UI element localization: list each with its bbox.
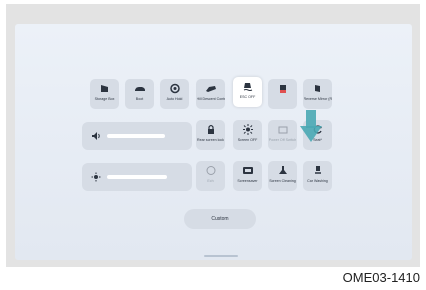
tile-storage-box[interactable]: Storage Box xyxy=(90,79,119,109)
tile-reverse-mirror[interactable]: Reverse Mirror (Re... xyxy=(303,79,332,109)
tile-label: Boot xyxy=(135,97,144,101)
tile-label: Screen Cleaning xyxy=(269,179,296,183)
tile-auto-hold[interactable]: Auto Hold xyxy=(160,79,189,109)
tile-esc-off[interactable]: ESC OFF xyxy=(233,77,262,107)
tile-label: Power Off Switch xyxy=(268,138,297,142)
brightness-icon xyxy=(91,172,101,182)
tile-hill-descent[interactable]: Hill Descent Control xyxy=(196,79,225,109)
tile-label: Screensaver xyxy=(237,179,258,183)
tile-screen-off[interactable]: Screen OFF xyxy=(233,120,262,150)
tile-eco[interactable]: Ech xyxy=(196,161,225,191)
eco-icon xyxy=(206,166,215,175)
custom-button[interactable]: Custom xyxy=(184,209,256,229)
volume-track[interactable] xyxy=(107,134,165,138)
car-wash-icon xyxy=(314,166,321,174)
tile-boot[interactable]: Boot xyxy=(125,79,154,109)
brightness-track[interactable] xyxy=(107,175,167,179)
car-icon xyxy=(134,87,145,91)
tile-label: Car Washing xyxy=(307,179,328,183)
tile-label: Storage Box xyxy=(94,97,115,101)
arrow-down-icon xyxy=(300,110,322,142)
tile-label: Rear screen lock xyxy=(197,138,224,142)
screen-cleaning-icon xyxy=(278,166,287,174)
battery-icon xyxy=(279,85,286,93)
power-switch-icon xyxy=(278,126,287,134)
tile-label: Hill Descent Control xyxy=(196,97,225,101)
auto-hold-icon xyxy=(169,83,180,94)
tile-power-off[interactable]: Power Off Switch xyxy=(268,120,297,150)
control-panel-screen: Storage Box Boot Auto Hold Hill Descent … xyxy=(15,24,412,260)
tile-rear-screen-lock[interactable]: Rear screen lock xyxy=(196,120,225,150)
brightness-slider[interactable] xyxy=(82,163,192,191)
tile-screensaver[interactable]: Screensaver xyxy=(233,161,262,191)
screensaver-icon xyxy=(242,167,253,174)
tile-label: ESC OFF xyxy=(239,95,256,99)
tile-battery[interactable] xyxy=(268,79,297,109)
tile-label: Screen OFF xyxy=(237,138,258,142)
tile-car-washing[interactable]: Car Washing xyxy=(303,161,332,191)
mirror-icon xyxy=(314,85,320,92)
tile-label: Reverse Mirror (Re... xyxy=(303,97,332,101)
esc-off-icon xyxy=(243,83,252,91)
screen-off-icon xyxy=(242,124,253,135)
storage-box-icon xyxy=(100,85,108,92)
hill-descent-icon xyxy=(205,86,216,92)
swipe-handle[interactable] xyxy=(204,255,238,257)
figure-caption: OME03-1410 xyxy=(342,270,420,285)
tile-label: Ech xyxy=(207,179,214,183)
volume-icon xyxy=(92,132,100,140)
volume-slider[interactable] xyxy=(82,122,192,150)
tile-screen-cleaning[interactable]: Screen Cleaning xyxy=(268,161,297,191)
lock-icon xyxy=(207,124,214,134)
tile-label: Auto Hold xyxy=(166,97,183,101)
